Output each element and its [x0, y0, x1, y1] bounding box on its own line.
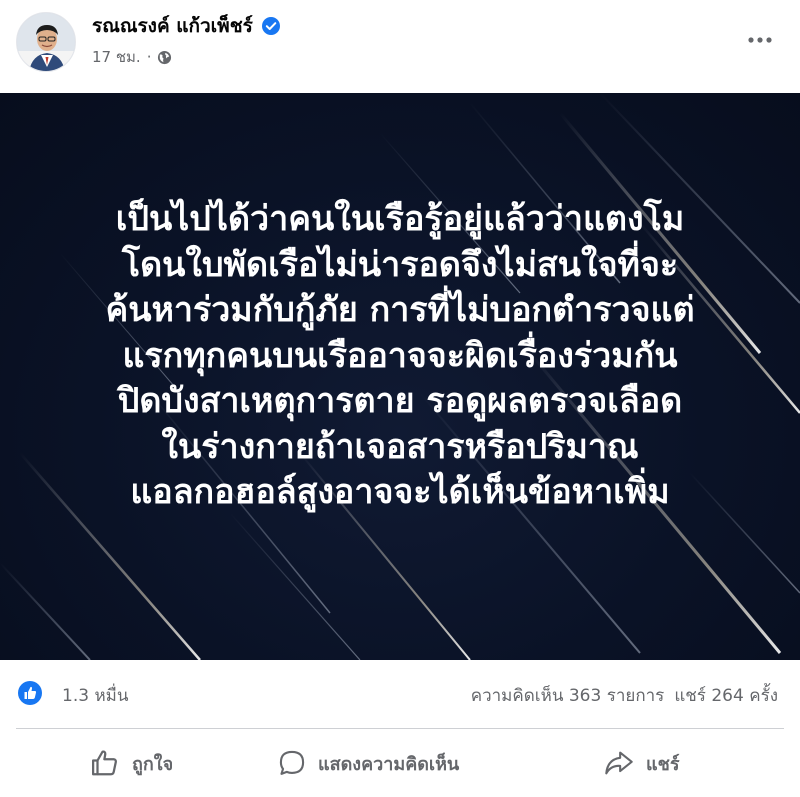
post-actions: ถูกใจ แสดงความคิดเห็น แชร์ [0, 729, 800, 797]
image-caption-text: เป็นไปได้ว่าคนในเรือรู้อยู่แล้วว่าแตงโม … [0, 197, 800, 516]
engagement-counts: ความคิดเห็น 363 รายการ แชร์ 264 ครั้ง [471, 682, 778, 709]
comment-icon [279, 750, 305, 775]
more-icon [748, 37, 772, 43]
meta-separator: · [146, 48, 152, 66]
post-meta: 17 ชม. · [92, 46, 172, 68]
comment-count[interactable]: ความคิดเห็น 363 รายการ [471, 682, 665, 709]
globe-icon[interactable] [157, 50, 172, 65]
share-button[interactable]: แชร์ [604, 743, 680, 783]
avatar-image [17, 13, 75, 71]
caption-line: ปิดบังสาเหตุการตาย รอดูผลตรวจเลือด [117, 381, 683, 421]
like-button-label: ถูกใจ [132, 753, 174, 775]
post-header: รณณรงค์ แก้วเพ็ชร์ 17 ชม. · [0, 0, 800, 93]
share-count[interactable]: แชร์ 264 ครั้ง [674, 682, 778, 709]
caption-line: ค้นหาร่วมกับกู้ภัย การที่ไม่บอกตำรวจแต่ [105, 290, 695, 330]
author-row: รณณรงค์ แก้วเพ็ชร์ [92, 12, 281, 40]
post-timestamp[interactable]: 17 ชม. [92, 45, 141, 69]
share-button-label: แชร์ [646, 753, 680, 775]
caption-line: แอลกอฮอล์สูงอาจจะได้เห็นข้อหาเพิ่ม [130, 472, 670, 512]
reaction-count[interactable]: 1.3 หมื่น [62, 682, 128, 709]
verified-badge-icon [261, 16, 281, 36]
author-name[interactable]: รณณรงค์ แก้วเพ็ชร์ [92, 11, 253, 41]
thumbs-up-icon [92, 750, 117, 776]
like-button[interactable]: ถูกใจ [90, 743, 173, 783]
avatar[interactable] [16, 12, 76, 72]
comment-button-label: แสดงความคิดเห็น [318, 753, 460, 775]
caption-line: เป็นไปได้ว่าคนในเรือรู้อยู่แล้วว่าแตงโม [115, 199, 685, 239]
caption-line: ในร่างกายถ้าเจอสารหรือปริมาณ [161, 426, 639, 467]
more-options-button[interactable] [740, 24, 780, 56]
like-reaction-icon[interactable] [18, 681, 42, 705]
caption-line: แรกทุกคนบนเรืออาจจะผิดเรื่องร่วมกัน [122, 335, 678, 376]
caption-line: โดนใบพัดเรือไม่น่ารอดจึงไม่สนใจที่จะ [121, 244, 679, 285]
share-arrow-icon [605, 751, 633, 775]
comment-button[interactable]: แสดงความคิดเห็น [278, 743, 459, 783]
post-stats: 1.3 หมื่น ความคิดเห็น 363 รายการ แชร์ 26… [0, 660, 800, 728]
post-image[interactable]: เป็นไปได้ว่าคนในเรือรู้อยู่แล้วว่าแตงโม … [0, 93, 800, 660]
